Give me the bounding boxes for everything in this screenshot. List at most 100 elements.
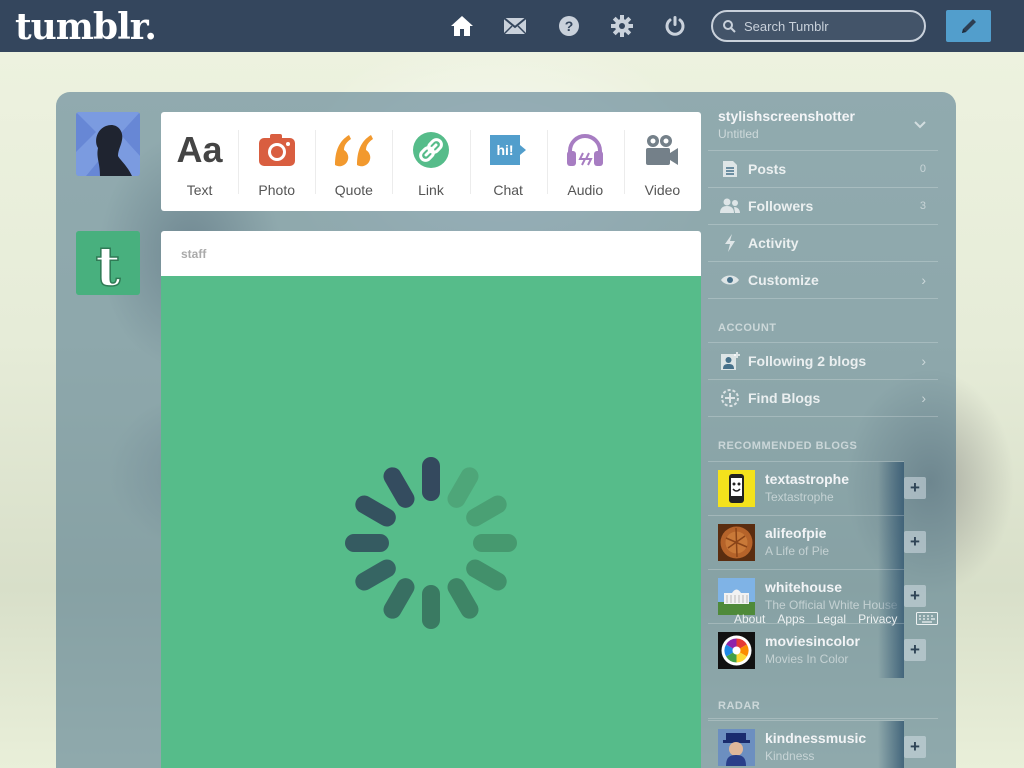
chevron-right-icon: › bbox=[921, 390, 926, 406]
fade-overlay bbox=[878, 721, 904, 768]
top-nav: tumblr. ? bbox=[0, 0, 1024, 52]
sidebar-item-activity[interactable]: Activity bbox=[708, 224, 938, 261]
blog-avatar bbox=[718, 524, 755, 561]
blog-name: whitehouse bbox=[765, 579, 843, 595]
chevron-right-icon: › bbox=[921, 272, 926, 288]
svg-text:t: t bbox=[96, 234, 121, 295]
sidebar-item-label: Posts bbox=[748, 161, 787, 177]
blog-name[interactable]: stylishscreenshotter bbox=[718, 108, 855, 124]
post-type-link[interactable]: Link bbox=[392, 112, 469, 211]
post-type-audio[interactable]: Audio bbox=[546, 112, 624, 211]
camera-icon bbox=[258, 130, 296, 170]
chevron-down-icon[interactable] bbox=[914, 116, 926, 134]
blog-avatar bbox=[718, 578, 755, 615]
quote-icon bbox=[333, 130, 375, 170]
keyboard-icon[interactable] bbox=[916, 612, 938, 630]
follow-button[interactable]: + bbox=[904, 477, 926, 499]
post-type-quote[interactable]: Quote bbox=[315, 112, 392, 211]
sidebar-item-customize[interactable]: Customize › bbox=[708, 261, 938, 298]
chat-icon: hi! bbox=[488, 130, 528, 170]
search-box[interactable] bbox=[711, 10, 926, 42]
video-camera-icon bbox=[644, 130, 680, 170]
fade-overlay bbox=[878, 462, 904, 516]
recommended-blog[interactable]: moviesincolor Movies In Color bbox=[708, 623, 904, 678]
footer-link-privacy[interactable]: Privacy bbox=[858, 612, 897, 626]
sidebar-item-label: Followers bbox=[748, 198, 814, 214]
people-icon bbox=[718, 198, 742, 214]
follow-button[interactable]: + bbox=[904, 639, 926, 661]
divider bbox=[708, 416, 938, 417]
radar-heading: RADAR bbox=[718, 700, 761, 712]
blog-avatar bbox=[718, 729, 755, 766]
add-contact-icon bbox=[718, 351, 742, 371]
post-type-photo[interactable]: Photo bbox=[238, 112, 315, 211]
home-icon[interactable] bbox=[450, 14, 474, 38]
post-type-label: Photo bbox=[258, 182, 295, 198]
post-author[interactable]: staff bbox=[161, 231, 701, 276]
svg-text:hi!: hi! bbox=[497, 142, 514, 158]
follow-button[interactable]: + bbox=[904, 531, 926, 553]
sidebar-item-posts[interactable]: Posts 0 bbox=[708, 150, 938, 187]
svg-text:?: ? bbox=[565, 18, 574, 34]
post-type-chat[interactable]: hi! Chat bbox=[469, 112, 547, 211]
headphones-icon bbox=[566, 130, 604, 170]
pencil-icon bbox=[961, 19, 976, 33]
mail-icon[interactable] bbox=[503, 14, 527, 38]
radar-blog[interactable]: kindnessmusic Kindness bbox=[708, 720, 904, 768]
footer-links: About Apps Legal Privacy bbox=[734, 612, 897, 626]
account-heading: ACCOUNT bbox=[718, 322, 777, 334]
staff-avatar[interactable]: t bbox=[76, 231, 140, 295]
blog-name: moviesincolor bbox=[765, 633, 860, 649]
post-type-text[interactable]: Aa Text bbox=[161, 112, 238, 211]
recommended-blog[interactable]: alifeofpie A Life of Pie bbox=[708, 515, 904, 570]
posts-count: 0 bbox=[919, 163, 926, 175]
blog-avatar bbox=[718, 632, 755, 669]
gear-icon[interactable] bbox=[610, 14, 634, 38]
power-icon[interactable] bbox=[663, 14, 687, 38]
sidebar-item-label: Customize bbox=[748, 272, 819, 288]
sidebar-item-label: Activity bbox=[748, 235, 799, 251]
sidebar: stylishscreenshotter Untitled Posts 0 Fo… bbox=[708, 100, 938, 768]
user-avatar[interactable] bbox=[76, 112, 140, 176]
post-type-label: Quote bbox=[334, 182, 373, 198]
post-type-video[interactable]: Video bbox=[623, 112, 701, 211]
document-icon bbox=[718, 160, 742, 178]
sidebar-item-followers[interactable]: Followers 3 bbox=[708, 187, 938, 224]
blog-name: kindnessmusic bbox=[765, 730, 867, 746]
post-type-label: Text bbox=[186, 182, 213, 198]
blog-title: Untitled bbox=[718, 127, 759, 141]
post-type-label: Link bbox=[418, 182, 444, 198]
blog-name: alifeofpie bbox=[765, 525, 827, 541]
blog-avatar bbox=[718, 470, 755, 507]
post-type-bar: Aa Text Photo Quote Link hi! Chat Audio bbox=[161, 112, 701, 211]
sidebar-item-find-blogs[interactable]: Find Blogs › bbox=[708, 379, 938, 416]
post-media bbox=[161, 276, 701, 768]
blog-name: textastrophe bbox=[765, 471, 850, 487]
sidebar-item-label: Find Blogs bbox=[748, 390, 821, 406]
compass-icon bbox=[718, 388, 742, 408]
eye-icon bbox=[718, 274, 742, 286]
help-icon[interactable]: ? bbox=[557, 14, 581, 38]
post-card: staff bbox=[161, 231, 701, 768]
post-type-label: Chat bbox=[493, 182, 523, 198]
post-type-label: Video bbox=[644, 182, 681, 198]
footer-link-about[interactable]: About bbox=[734, 612, 765, 626]
search-icon bbox=[723, 19, 736, 33]
follow-button[interactable]: + bbox=[904, 736, 926, 758]
post-type-label: Audio bbox=[567, 182, 604, 198]
followers-count: 3 bbox=[919, 200, 926, 212]
tumblr-logo[interactable]: tumblr. bbox=[15, 6, 157, 48]
footer-link-legal[interactable]: Legal bbox=[817, 612, 846, 626]
sidebar-item-following[interactable]: Following 2 blogs › bbox=[708, 342, 938, 379]
footer-link-apps[interactable]: Apps bbox=[777, 612, 804, 626]
chevron-right-icon: › bbox=[921, 353, 926, 369]
compose-button[interactable] bbox=[946, 10, 991, 42]
lightning-icon bbox=[718, 234, 742, 252]
text-icon: Aa bbox=[176, 129, 223, 170]
link-icon bbox=[412, 130, 449, 170]
follow-button[interactable]: + bbox=[904, 585, 926, 607]
recommended-blog[interactable]: textastrophe Textastrophe bbox=[708, 461, 904, 516]
search-input[interactable] bbox=[744, 18, 914, 34]
divider bbox=[708, 298, 938, 299]
sidebar-item-label: Following 2 blogs bbox=[748, 353, 867, 369]
